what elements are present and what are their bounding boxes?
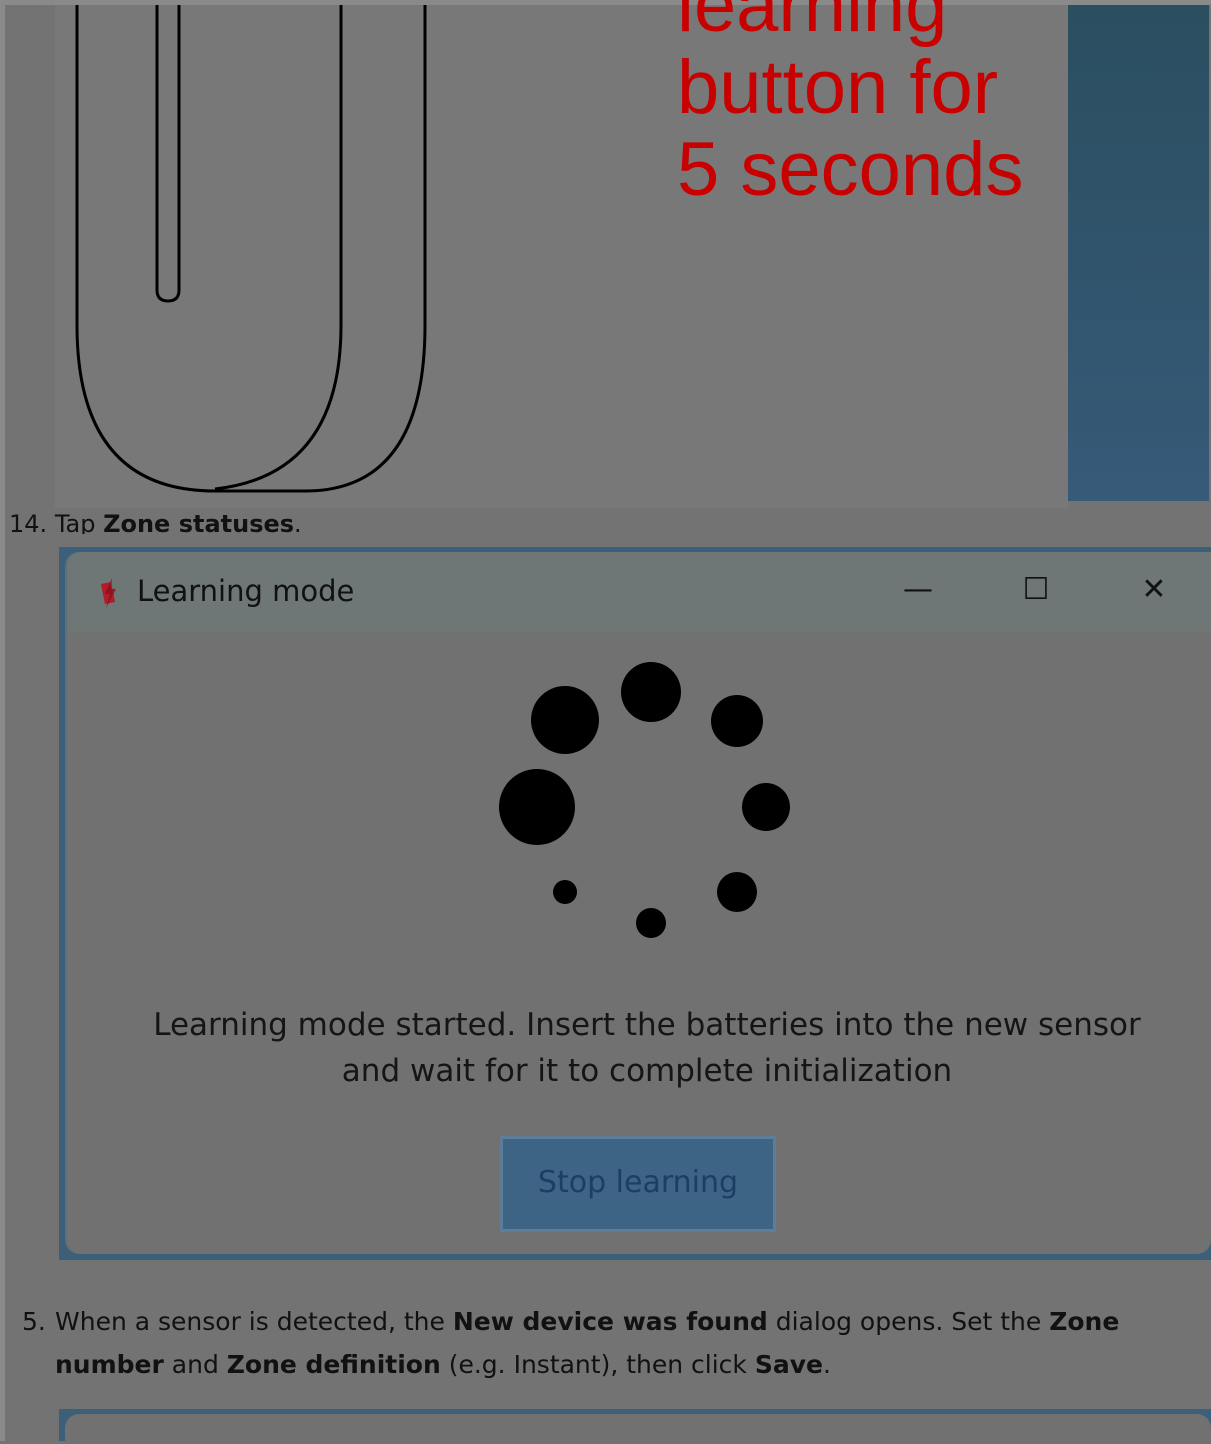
illustration-instruction-text: learning button for 5 seconds: [677, 0, 1024, 212]
step-bold-term: Zone statuses: [103, 510, 295, 534]
learning-mode-window: Learning mode — ☐ ✕ Learning mode starte…: [65, 552, 1211, 1254]
step-text: When a sensor is detected, the: [55, 1307, 453, 1336]
step-text: dialog opens. Set the: [767, 1307, 1050, 1336]
step-text-end: .: [294, 510, 302, 534]
save-term: Save: [754, 1350, 823, 1379]
step-body: When a sensor is detected, the New devic…: [55, 1300, 1172, 1386]
step-14: 14. Tap Zone statuses.: [9, 504, 302, 534]
illustration-side-panel: [1068, 5, 1209, 501]
step-5: 5. When a sensor is detected, the New de…: [22, 1300, 1172, 1386]
step-number: 5.: [22, 1307, 46, 1336]
learning-mode-screenshot: Learning mode — ☐ ✕ Learning mode starte…: [59, 547, 1211, 1260]
stop-learning-button[interactable]: Stop learning: [500, 1136, 776, 1232]
new-device-screenshot: [59, 1409, 1211, 1444]
step-text: Tap: [54, 510, 104, 534]
step-text: (e.g. Instant), then click: [440, 1350, 755, 1379]
learning-status-message: Learning mode started. Insert the batter…: [153, 1007, 1141, 1089]
page-frame-left: [0, 0, 5, 1441]
sensor-illustration: learning button for 5 seconds: [55, 0, 1068, 508]
step-text: .: [823, 1350, 831, 1379]
loading-spinner-icon: [499, 662, 790, 938]
zone-definition-term: Zone definition: [226, 1350, 441, 1379]
new-device-window: [65, 1414, 1211, 1444]
dialog-name-term: New device was found: [452, 1307, 768, 1336]
step-number: 14.: [9, 510, 48, 534]
step-text: and: [163, 1350, 227, 1379]
